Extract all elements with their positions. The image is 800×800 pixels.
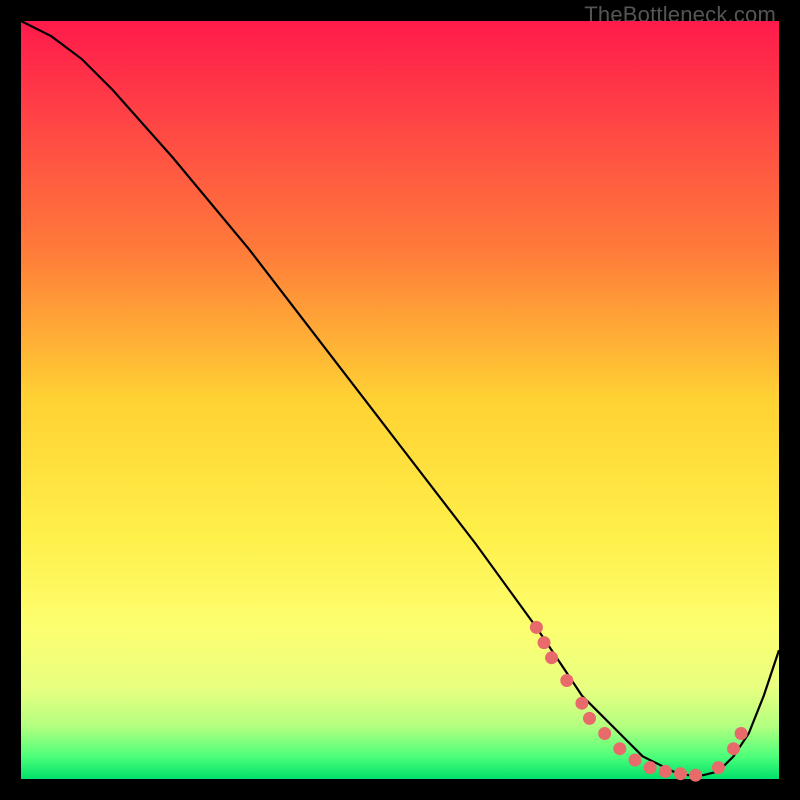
data-marker [598, 727, 611, 740]
data-marker [560, 674, 573, 687]
data-marker [644, 761, 657, 774]
data-marker [689, 769, 702, 782]
data-marker [659, 765, 672, 778]
data-marker [545, 651, 558, 664]
chart-stage: TheBottleneck.com [0, 0, 800, 800]
data-marker [735, 727, 748, 740]
data-markers [530, 621, 748, 782]
chart-svg [21, 21, 779, 779]
data-marker [613, 742, 626, 755]
data-marker [712, 761, 725, 774]
data-marker [727, 742, 740, 755]
plot-area [21, 21, 779, 779]
data-marker [629, 754, 642, 767]
data-marker [575, 697, 588, 710]
data-marker [538, 636, 551, 649]
data-marker [530, 621, 543, 634]
data-curve [21, 21, 779, 775]
data-marker [674, 767, 687, 780]
data-marker [583, 712, 596, 725]
